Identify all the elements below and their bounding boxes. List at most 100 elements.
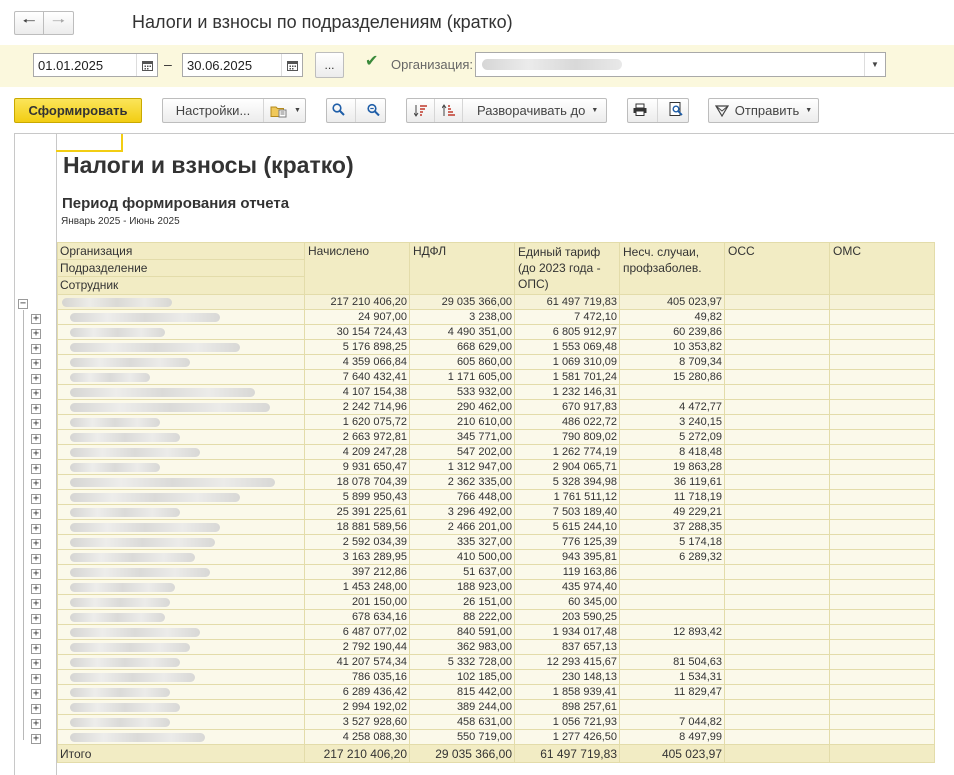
search-button[interactable] — [332, 102, 345, 119]
expand-group-icon[interactable]: + — [31, 643, 41, 654]
cell-oss — [724, 519, 830, 535]
search-next-button[interactable] — [366, 103, 380, 119]
expand-group-icon[interactable]: + — [31, 673, 41, 684]
expand-all-button[interactable] — [435, 99, 463, 122]
department-row[interactable]: 18 881 589,56 2 466 201,00 5 615 244,10 37 … — [57, 519, 935, 535]
cell-accrued: 4 258 088,30 — [304, 729, 410, 745]
department-row[interactable]: 30 154 724,43 4 490 351,00 6 805 912,97 60 … — [57, 324, 935, 340]
print-button[interactable] — [633, 103, 647, 119]
period-value: Январь 2025 - Июнь 2025 — [61, 216, 180, 227]
department-row[interactable]: 786 035,16 102 185,00 230 148,13 1 534,31 — [57, 669, 935, 685]
organization-field[interactable]: ▼ — [475, 52, 886, 77]
expand-group-icon[interactable]: + — [31, 448, 41, 459]
department-row[interactable]: 2 994 192,02 389 244,00 898 257,61 — [57, 699, 935, 715]
expand-group-icon[interactable]: + — [31, 718, 41, 729]
total-row: Итого 217 210 406,20 29 035 366,00 61 497 7… — [57, 744, 935, 763]
cell-oms — [829, 369, 935, 385]
department-row[interactable]: 4 107 154,38 533 932,00 1 232 146,31 — [57, 384, 935, 400]
dropdown-arrow-icon[interactable]: ▼ — [864, 53, 885, 76]
department-row[interactable]: 4 359 066,84 605 860,00 1 069 310,09 8 709,… — [57, 354, 935, 370]
department-row[interactable]: 5 899 950,43 766 448,00 1 761 511,12 11 718… — [57, 489, 935, 505]
collapse-group-icon[interactable]: − — [18, 298, 28, 309]
department-row[interactable]: 201 150,00 26 151,00 60 345,00 — [57, 594, 935, 610]
expand-group-icon[interactable]: + — [31, 613, 41, 624]
cell-ndfl: 5 332 728,00 — [409, 654, 515, 670]
department-row[interactable]: 2 242 714,96 290 462,00 670 917,83 4 472,77 — [57, 399, 935, 415]
cell-accidents — [619, 699, 725, 715]
department-row[interactable]: 7 640 432,41 1 171 605,00 1 581 701,24 15 2… — [57, 369, 935, 385]
expand-group-icon[interactable]: + — [31, 358, 41, 369]
cell-accrued: 201 150,00 — [304, 594, 410, 610]
variant-menu-button[interactable]: ▼ — [264, 104, 301, 118]
department-row[interactable]: 24 907,00 3 238,00 7 472,10 49,82 — [57, 309, 935, 325]
department-row[interactable]: 2 663 972,81 345 771,00 790 809,02 5 272,09 — [57, 429, 935, 445]
expand-group-icon[interactable]: + — [31, 508, 41, 519]
department-row[interactable]: 41 207 574,34 5 332 728,00 12 293 415,67 81… — [57, 654, 935, 670]
department-name-redacted — [57, 369, 305, 385]
expand-group-icon[interactable]: + — [31, 493, 41, 504]
calendar-icon[interactable] — [281, 54, 302, 76]
expand-to-button[interactable]: Разворачивать до ▼ — [463, 103, 598, 118]
department-row[interactable]: 2 792 190,44 362 983,00 837 657,13 — [57, 639, 935, 655]
date-from-field[interactable]: 01.01.2025 — [33, 53, 158, 77]
expand-group-icon[interactable]: + — [31, 688, 41, 699]
redacted-text — [70, 567, 210, 577]
department-row[interactable]: 6 289 436,42 815 442,00 1 858 939,41 11 829… — [57, 684, 935, 700]
department-row[interactable]: 3 527 928,60 458 631,00 1 056 721,93 7 044,… — [57, 714, 935, 730]
expand-group-icon[interactable]: + — [31, 373, 41, 384]
department-name-redacted — [57, 609, 305, 625]
department-row[interactable]: 1 620 075,72 210 610,00 486 022,72 3 240,15 — [57, 414, 935, 430]
generate-button[interactable]: Сформировать — [14, 98, 142, 123]
expand-group-icon[interactable]: + — [31, 658, 41, 669]
department-row[interactable]: 1 453 248,00 188 923,00 435 974,40 — [57, 579, 935, 595]
department-row[interactable]: 4 258 088,30 550 719,00 1 277 426,50 8 497,… — [57, 729, 935, 745]
department-row[interactable]: 2 592 034,39 335 327,00 776 125,39 5 174,18 — [57, 534, 935, 550]
date-to-field[interactable]: 30.06.2025 — [182, 53, 303, 77]
expand-group-icon[interactable]: + — [31, 463, 41, 474]
expand-group-icon[interactable]: + — [31, 388, 41, 399]
organization-checkbox[interactable]: ✔ — [365, 54, 381, 70]
expand-group-icon[interactable]: + — [31, 313, 41, 324]
cell-tariff: 119 163,86 — [514, 564, 620, 580]
send-button[interactable]: Отправить ▼ — [708, 98, 819, 123]
redacted-text — [62, 297, 172, 307]
department-row[interactable]: 25 391 225,61 3 296 492,00 7 503 189,40 49 … — [57, 504, 935, 520]
department-row[interactable]: 9 931 650,47 1 312 947,00 2 904 065,71 19 8… — [57, 459, 935, 475]
calendar-icon[interactable] — [136, 54, 157, 76]
print-preview-button[interactable] — [669, 102, 683, 119]
expand-group-icon[interactable]: + — [31, 733, 41, 744]
expand-group-icon[interactable]: + — [31, 583, 41, 594]
department-row[interactable]: 18 078 704,39 2 362 335,00 5 328 394,98 36 … — [57, 474, 935, 490]
expand-group-icon[interactable]: + — [31, 328, 41, 339]
expand-group-icon[interactable]: + — [31, 628, 41, 639]
expand-group-icon[interactable]: + — [31, 478, 41, 489]
settings-button[interactable]: Настройки... — [163, 99, 264, 122]
department-row[interactable]: 6 487 077,02 840 591,00 1 934 017,48 12 893… — [57, 624, 935, 640]
collapse-all-button[interactable] — [407, 99, 435, 122]
divider — [355, 99, 356, 122]
department-row[interactable]: 4 209 247,28 547 202,00 1 262 774,19 8 418,… — [57, 444, 935, 460]
expand-group-icon[interactable]: + — [31, 433, 41, 444]
cell-accrued: 7 640 432,41 — [304, 369, 410, 385]
total-accrued: 217 210 406,20 — [304, 744, 410, 763]
forward-button[interactable]: 🠒 — [44, 11, 74, 35]
expand-group-icon[interactable]: + — [31, 553, 41, 564]
cell-accrued: 25 391 225,61 — [304, 504, 410, 520]
expand-group-icon[interactable]: + — [31, 703, 41, 714]
expand-group-icon[interactable]: + — [31, 598, 41, 609]
expand-group-icon[interactable]: + — [31, 403, 41, 414]
department-row[interactable]: 397 212,86 51 637,00 119 163,86 — [57, 564, 935, 580]
department-row[interactable]: 678 634,16 88 222,00 203 590,25 — [57, 609, 935, 625]
expand-group-icon[interactable]: + — [31, 568, 41, 579]
back-button[interactable]: 🠐 — [14, 11, 44, 35]
department-row[interactable]: 3 163 289,95 410 500,00 943 395,81 6 289,32 — [57, 549, 935, 565]
cell-accrued: 397 212,86 — [304, 564, 410, 580]
department-row[interactable]: 5 176 898,25 668 629,00 1 553 069,48 10 353… — [57, 339, 935, 355]
expand-group-icon[interactable]: + — [31, 343, 41, 354]
expand-group-icon[interactable]: + — [31, 523, 41, 534]
expand-group-icon[interactable]: + — [31, 538, 41, 549]
organization-row[interactable]: 217 210 406,20 29 035 366,00 61 497 719,… — [57, 294, 935, 310]
report-spreadsheet[interactable]: Налоги и взносы (кратко) Период формиров… — [14, 133, 954, 775]
expand-group-icon[interactable]: + — [31, 418, 41, 429]
select-period-button[interactable]: ... — [315, 52, 344, 78]
